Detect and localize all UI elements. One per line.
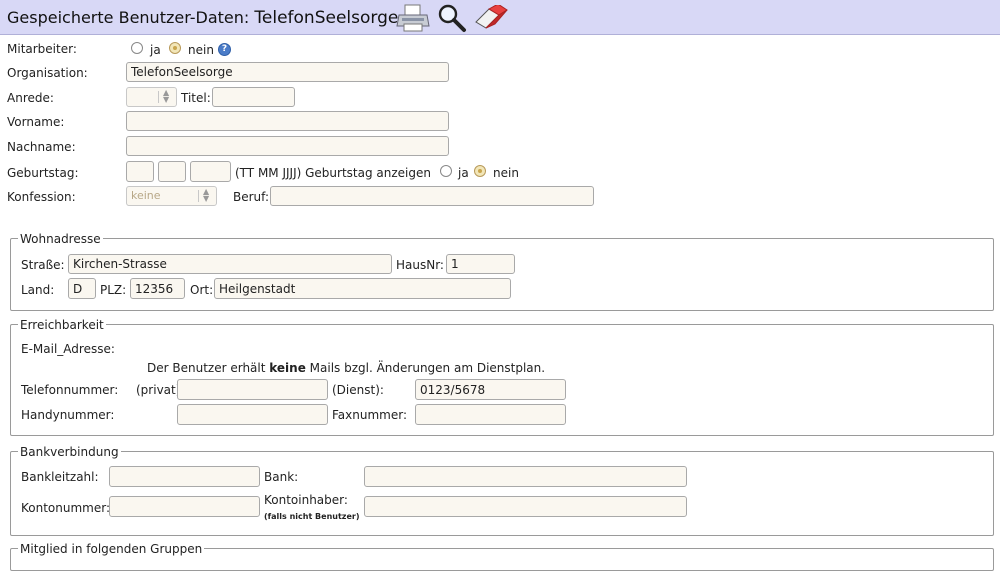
magnifier-icon[interactable] bbox=[437, 3, 467, 33]
organisation-label: Organisation: bbox=[7, 66, 88, 80]
organisation-input[interactable] bbox=[126, 62, 449, 82]
mitarbeiter-nein-radio[interactable] bbox=[169, 42, 181, 54]
select-arrows-icon: ▲ ▼ bbox=[203, 187, 210, 203]
konfession-select[interactable]: keine ▲ ▼ bbox=[126, 186, 217, 206]
user-name: TelefonSeelsorge bbox=[254, 8, 399, 28]
telefon-label: Telefonnummer: bbox=[21, 383, 119, 397]
plz-label: PLZ: bbox=[100, 283, 127, 297]
vorname-input[interactable] bbox=[126, 111, 449, 131]
privat-label: (privat) bbox=[136, 383, 181, 397]
geburtstag-nein-radio[interactable] bbox=[474, 165, 486, 177]
land-input[interactable] bbox=[68, 278, 96, 299]
mitarbeiter-ja-radio[interactable] bbox=[131, 42, 143, 54]
fax-label: Faxnummer: bbox=[332, 408, 407, 422]
inhaber-input[interactable] bbox=[364, 496, 687, 517]
geburtstag-day-input[interactable] bbox=[126, 161, 154, 182]
geburtstag-nein-label: nein bbox=[493, 166, 519, 180]
printer-icon[interactable] bbox=[396, 4, 430, 32]
bank-label: Bank: bbox=[264, 470, 299, 484]
nachname-label: Nachname: bbox=[7, 140, 76, 154]
help-icon[interactable]: ? bbox=[218, 43, 231, 56]
strasse-label: Straße: bbox=[21, 258, 65, 272]
email-label: E-Mail_Adresse: bbox=[21, 342, 115, 356]
titel-input[interactable] bbox=[212, 87, 295, 107]
page-title: Gespeicherte Benutzer-Daten: TelefonSeel… bbox=[7, 8, 399, 28]
titel-label: Titel: bbox=[181, 91, 211, 105]
mitarbeiter-label: Mitarbeiter: bbox=[7, 42, 77, 56]
fax-input[interactable] bbox=[415, 404, 566, 425]
beruf-label: Beruf: bbox=[233, 190, 269, 204]
wohnadresse-legend: Wohnadresse bbox=[18, 232, 103, 246]
blz-label: Bankleitzahl: bbox=[21, 470, 99, 484]
wohnadresse-fieldset bbox=[10, 238, 994, 311]
geburtstag-hint: (TT MM JJJJ) Geburtstag anzeigen bbox=[235, 166, 431, 180]
handy-label: Handynummer: bbox=[21, 408, 115, 422]
anrede-label: Anrede: bbox=[7, 91, 54, 105]
bank-input[interactable] bbox=[364, 466, 687, 487]
handy-input[interactable] bbox=[177, 404, 328, 425]
vorname-label: Vorname: bbox=[7, 115, 65, 129]
konto-input[interactable] bbox=[109, 496, 260, 517]
geburtstag-month-input[interactable] bbox=[158, 161, 186, 182]
gruppen-legend: Mitglied in folgenden Gruppen bbox=[18, 542, 205, 556]
select-arrows-icon: ▲ ▼ bbox=[163, 88, 170, 104]
ort-label: Ort: bbox=[190, 283, 214, 297]
plz-input[interactable] bbox=[130, 278, 185, 299]
konfession-label: Konfession: bbox=[7, 190, 76, 204]
geburtstag-ja-radio[interactable] bbox=[440, 165, 452, 177]
inhaber-label: Kontoinhaber: bbox=[264, 493, 348, 507]
anrede-select[interactable]: ▲ ▼ bbox=[126, 87, 177, 107]
beruf-input[interactable] bbox=[270, 186, 594, 206]
inhaber-note: (falls nicht Benutzer) bbox=[264, 512, 360, 521]
dienst-label: (Dienst): bbox=[332, 383, 384, 397]
page-header: Gespeicherte Benutzer-Daten: TelefonSeel… bbox=[0, 0, 1000, 35]
telefon-privat-input[interactable] bbox=[177, 379, 328, 400]
bankverbindung-legend: Bankverbindung bbox=[18, 445, 121, 459]
erreichbarkeit-legend: Erreichbarkeit bbox=[18, 318, 106, 332]
blz-input[interactable] bbox=[109, 466, 260, 487]
strasse-input[interactable] bbox=[68, 254, 392, 274]
konto-label: Kontonummer: bbox=[21, 501, 111, 515]
geburtstag-label: Geburtstag: bbox=[7, 166, 79, 180]
mitarbeiter-nein-label: nein bbox=[188, 43, 214, 57]
bankverbindung-fieldset bbox=[10, 451, 994, 536]
telefon-dienst-input[interactable] bbox=[415, 379, 566, 400]
hausnr-input[interactable] bbox=[446, 254, 515, 274]
nachname-input[interactable] bbox=[126, 136, 449, 156]
ort-input[interactable] bbox=[214, 278, 511, 299]
mail-notice: Der Benutzer erhält keine Mails bzgl. Än… bbox=[147, 361, 546, 375]
geburtstag-ja-label: ja bbox=[458, 166, 469, 180]
eraser-icon[interactable] bbox=[474, 5, 508, 31]
geburtstag-year-input[interactable] bbox=[190, 161, 231, 182]
land-label: Land: bbox=[21, 283, 55, 297]
hausnr-label: HausNr: bbox=[396, 258, 444, 272]
mitarbeiter-ja-label: ja bbox=[150, 43, 161, 57]
